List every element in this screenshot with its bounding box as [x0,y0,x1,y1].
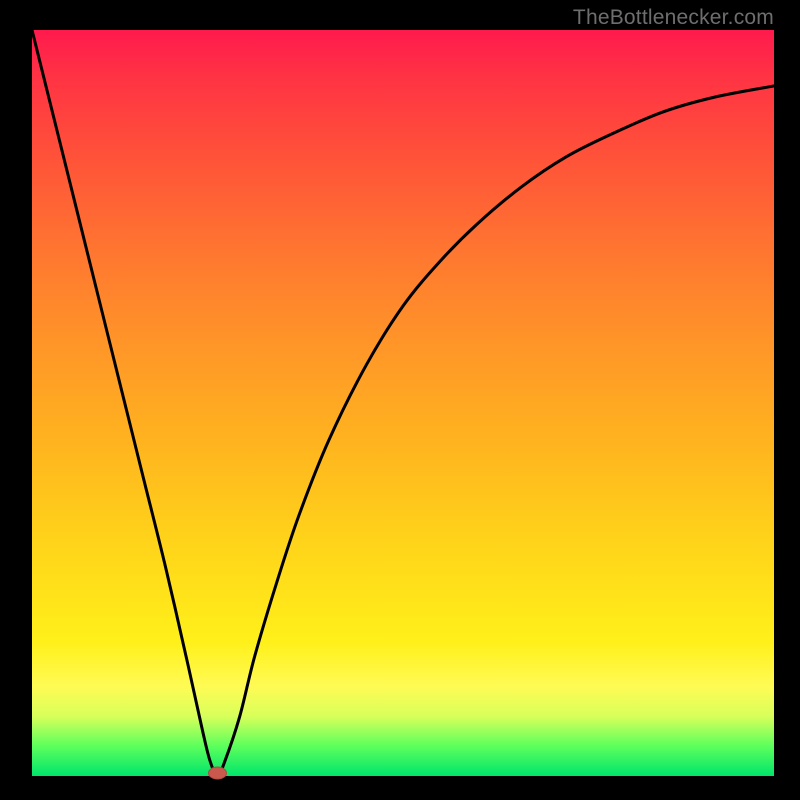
chart-svg [0,0,800,800]
bottleneck-curve [32,30,774,776]
minimum-marker [209,767,227,779]
outer-frame: TheBottlenecker.com [0,0,800,800]
